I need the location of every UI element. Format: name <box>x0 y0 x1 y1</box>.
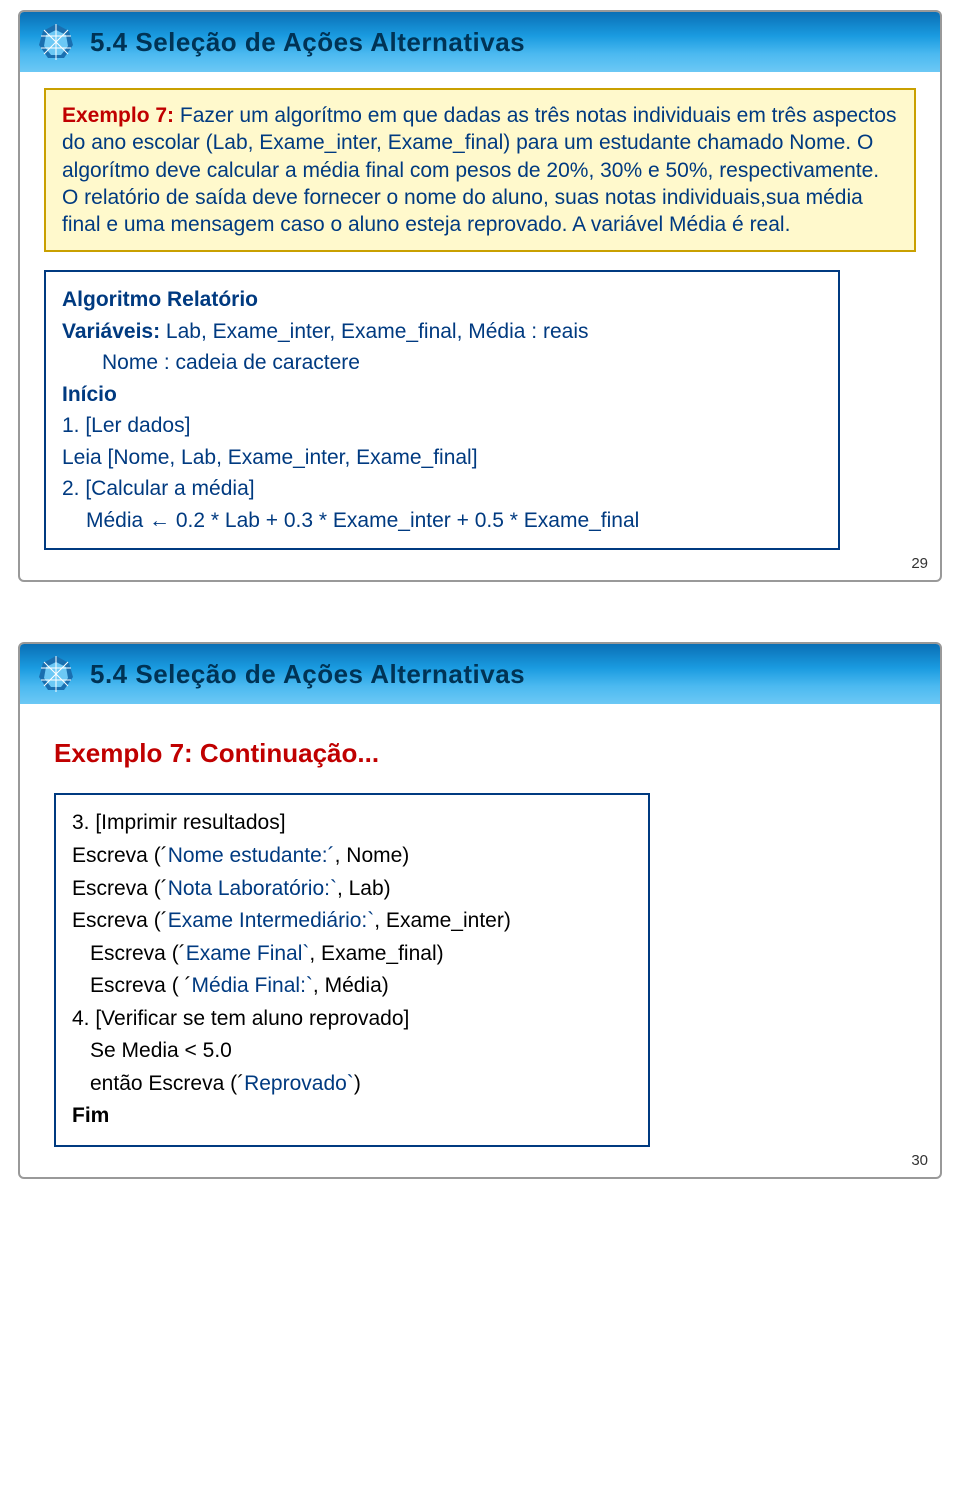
algo-line: Algoritmo Relatório <box>62 288 258 311</box>
slide-30: 5.4 Seleção de Ações Alternativas Exempl… <box>18 642 942 1178</box>
slide-header: 5.4 Seleção de Ações Alternativas <box>20 644 940 704</box>
algo-line: 3. [Imprimir resultados] <box>72 807 632 840</box>
algo-line: 4. [Verificar se tem aluno reprovado] <box>72 1003 632 1036</box>
algo-line: Escreva (´Exame Intermediário:`, Exame_i… <box>72 905 632 938</box>
algo-line: Leia [Nome, Lab, Exame_inter, Exame_fina… <box>62 442 822 474</box>
algorithm-box: Algoritmo Relatório Variáveis: Lab, Exam… <box>44 270 840 550</box>
page-number: 30 <box>911 1152 928 1169</box>
algo-line: Escreva (´Exame Final`, Exame_final) <box>72 938 632 971</box>
globe-icon <box>36 654 76 694</box>
algo-line: então Escreva (´Reprovado`) <box>72 1068 632 1101</box>
algo-line: Nome : cadeia de caractere <box>62 347 822 379</box>
problem-statement-box: Exemplo 7: Fazer um algorítmo em que dad… <box>44 88 916 252</box>
algo-line: Se Media < 5.0 <box>72 1035 632 1068</box>
algo-line: Média ← 0.2 * Lab + 0.3 * Exame_inter + … <box>62 505 822 537</box>
algo-line: Escreva (´Nota Laboratório:`, Lab) <box>72 873 632 906</box>
continuation-title: Exemplo 7: Continuação... <box>54 738 916 769</box>
slide-body: Exemplo 7: Fazer um algorítmo em que dad… <box>20 72 940 560</box>
slide-header: 5.4 Seleção de Ações Alternativas <box>20 12 940 72</box>
slide-29: 5.4 Seleção de Ações Alternativas Exempl… <box>18 10 942 582</box>
slide-body: Exemplo 7: Continuação... 3. [Imprimir r… <box>20 704 940 1156</box>
algorithm-box: 3. [Imprimir resultados] Escreva (´Nome … <box>54 793 650 1146</box>
problem-text: Fazer um algorítmo em que dadas as três … <box>62 104 897 236</box>
slide-title: 5.4 Seleção de Ações Alternativas <box>90 659 525 690</box>
example-label: Exemplo 7: <box>62 104 174 127</box>
algo-line: Escreva ( ´Média Final:`, Média) <box>72 970 632 1003</box>
algo-line: Variáveis: <box>62 320 160 343</box>
globe-icon <box>36 22 76 62</box>
algo-line: 1. [Ler dados] <box>62 410 822 442</box>
algo-line: Início <box>62 379 822 411</box>
page-number: 29 <box>911 555 928 572</box>
slide-title: 5.4 Seleção de Ações Alternativas <box>90 27 525 58</box>
algo-line: Fim <box>72 1100 632 1133</box>
algo-line: Lab, Exame_inter, Exame_final, Média : r… <box>160 320 588 343</box>
algo-line: Escreva (´Nome estudante:´, Nome) <box>72 840 632 873</box>
algo-line: 2. [Calcular a média] <box>62 473 822 505</box>
